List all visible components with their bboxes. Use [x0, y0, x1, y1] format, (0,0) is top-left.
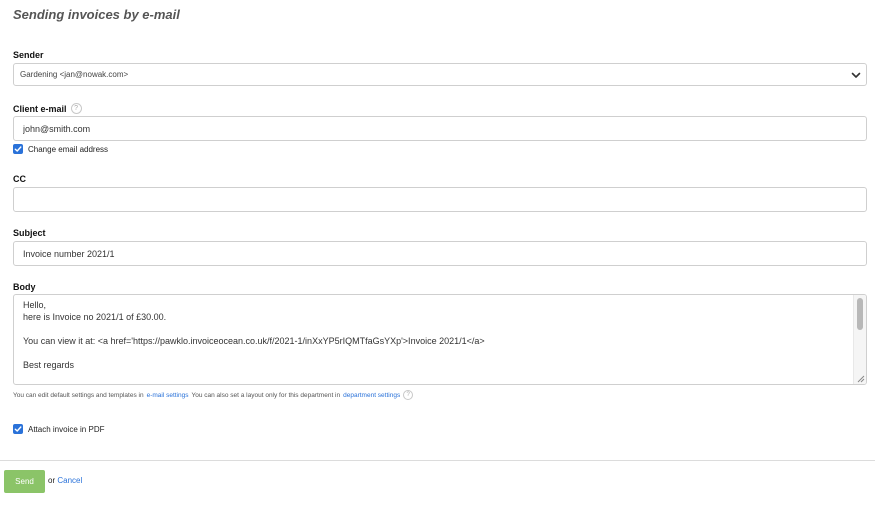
sender-select[interactable]: Gardening <jan@nowak.com> [13, 63, 867, 86]
send-button[interactable]: Send [4, 470, 45, 493]
change-email-label: Change email address [28, 144, 109, 154]
sender-label: Sender [13, 50, 44, 60]
body-textarea[interactable]: Hello, here is Invoice no 2021/1 of £30.… [13, 294, 867, 385]
checkmark-icon [14, 426, 22, 432]
or-cancel: or Cancel [48, 476, 82, 485]
body-label-text: Body [13, 282, 36, 292]
scroll-thumb[interactable] [857, 298, 863, 330]
checkmark-icon [14, 146, 22, 152]
resize-handle-icon[interactable] [856, 374, 865, 383]
sender-selected-value: Gardening <jan@nowak.com> [20, 70, 129, 79]
body-line: You can view it at: <a href='https://paw… [23, 336, 485, 346]
attach-pdf-checkbox[interactable] [13, 424, 23, 434]
body-line: Best regards [23, 360, 75, 370]
page-title: Sending invoices by e-mail [13, 7, 180, 22]
department-settings-link[interactable]: department settings [343, 392, 400, 399]
body-scrollbar[interactable] [853, 295, 866, 384]
client-email-input[interactable] [13, 116, 867, 141]
change-email-checkbox[interactable] [13, 144, 23, 154]
subject-label-text: Subject [13, 228, 46, 238]
cc-label: CC [13, 174, 26, 184]
attach-pdf-checkbox-row[interactable]: Attach invoice in PDF [13, 424, 104, 434]
change-email-checkbox-row[interactable]: Change email address [13, 144, 108, 154]
or-text: or [48, 476, 56, 485]
attach-pdf-label: Attach invoice in PDF [28, 424, 105, 434]
subject-label: Subject [13, 228, 46, 238]
sender-label-text: Sender [13, 50, 44, 60]
hint-text-2: You can also set a layout only for this … [191, 391, 341, 399]
body-line: here is Invoice no 2021/1 of £30.00. [23, 312, 167, 322]
client-email-label-text: Client e-mail [13, 103, 67, 114]
subject-input[interactable] [13, 241, 867, 266]
client-email-label: Client e-mail ? [13, 103, 82, 114]
settings-hint: You can edit default settings and templa… [13, 390, 414, 400]
cc-label-text: CC [13, 174, 26, 184]
cancel-link[interactable]: Cancel [57, 476, 82, 485]
cc-input[interactable] [13, 187, 867, 212]
help-icon[interactable]: ? [70, 103, 82, 114]
email-settings-link[interactable]: e-mail settings [147, 392, 189, 399]
body-line [23, 349, 848, 361]
help-icon[interactable]: ? [403, 390, 414, 400]
chevron-down-icon [851, 72, 861, 78]
hint-text-1: You can edit default settings and templa… [13, 391, 144, 399]
divider [0, 460, 875, 461]
body-label: Body [13, 282, 36, 292]
